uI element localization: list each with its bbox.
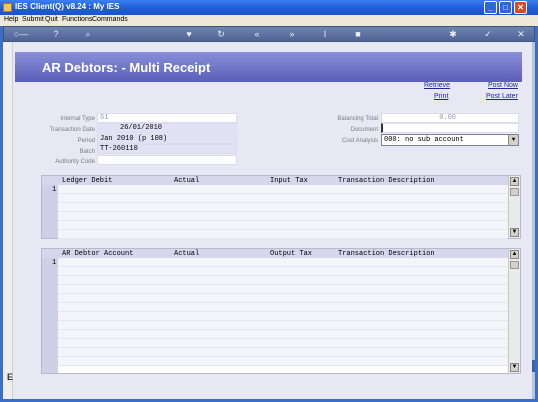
table-row[interactable] bbox=[58, 230, 508, 239]
refresh-icon[interactable]: ↻ bbox=[216, 29, 226, 39]
row-number: 1 bbox=[52, 186, 57, 194]
menu-commands[interactable]: Commands bbox=[92, 16, 128, 23]
grid-scrollbar[interactable]: ▲ ▼ bbox=[508, 249, 520, 373]
minimize-button[interactable]: _ bbox=[484, 1, 497, 14]
table-row[interactable] bbox=[58, 258, 508, 267]
retrieve-link[interactable]: Retrieve bbox=[424, 82, 450, 89]
balancing-total-label: Balancing Total bbox=[337, 116, 378, 122]
heart-icon[interactable]: ♥ bbox=[184, 29, 194, 39]
left-strip-label: E bbox=[7, 372, 14, 382]
batch-label: Batch bbox=[79, 149, 95, 155]
scroll-thumb[interactable] bbox=[510, 188, 519, 196]
menu-quit[interactable]: Quit bbox=[45, 16, 58, 23]
col-output-tax: Output Tax bbox=[270, 250, 313, 258]
batch-field[interactable]: TT-260110 bbox=[97, 144, 237, 154]
fast-forward-icon[interactable]: » bbox=[286, 29, 298, 39]
document-label: Document bbox=[350, 127, 378, 133]
close-window-button[interactable]: ✕ bbox=[514, 1, 527, 14]
scroll-up-icon[interactable]: ▲ bbox=[510, 250, 519, 259]
chevron-down-icon[interactable]: ▼ bbox=[508, 135, 518, 145]
authority-code-label: Authority Code bbox=[55, 159, 95, 165]
left-strip: E bbox=[3, 42, 13, 399]
grid-scrollbar[interactable]: ▲ ▼ bbox=[508, 176, 520, 238]
cost-analysis-select[interactable]: 000: no sub account ▼ bbox=[381, 134, 519, 146]
table-row[interactable] bbox=[58, 194, 508, 203]
col-actual: Actual bbox=[174, 250, 200, 258]
authority-code-field[interactable] bbox=[97, 155, 237, 165]
text-cursor-icon[interactable]: I bbox=[320, 29, 330, 39]
rewind-icon[interactable]: « bbox=[251, 29, 263, 39]
post-now-link[interactable]: Post Now bbox=[488, 82, 518, 89]
menu-submit[interactable]: Submit bbox=[22, 16, 44, 23]
table-row[interactable] bbox=[58, 203, 508, 212]
toolbar: ○— ? ⌕ ♥ ↻ « » I ■ ✱ ✓ ✕ bbox=[3, 26, 535, 42]
check-icon[interactable]: ✓ bbox=[483, 29, 493, 39]
settings-icon[interactable]: ✱ bbox=[448, 29, 458, 39]
menu-help[interactable]: Help bbox=[4, 16, 18, 23]
internal-type-label: Internal Type bbox=[60, 116, 95, 122]
col-transaction-description: Transaction Description bbox=[338, 250, 435, 258]
table-row[interactable] bbox=[58, 321, 508, 330]
client-scroll-thumb[interactable] bbox=[532, 360, 535, 372]
col-actual: Actual bbox=[174, 177, 200, 185]
col-ar-debtor-account: AR Debtor Account bbox=[62, 250, 134, 258]
table-row[interactable] bbox=[58, 339, 508, 348]
post-later-link[interactable]: Post Later bbox=[486, 93, 518, 100]
grid-header: AR Debtor Account Actual Output Tax Tran… bbox=[42, 249, 508, 258]
maximize-button[interactable]: □ bbox=[499, 1, 512, 14]
header-band: AR Debtors: - Multi Receipt bbox=[15, 52, 522, 82]
print-link[interactable]: Print bbox=[434, 93, 448, 100]
grid-header: Ledger Debit Actual Input Tax Transactio… bbox=[42, 176, 508, 185]
window-title: IES Client(Q) v8.24 : My IES bbox=[15, 2, 120, 11]
table-row[interactable] bbox=[58, 312, 508, 321]
app-icon bbox=[3, 3, 12, 12]
document-field[interactable] bbox=[381, 123, 519, 133]
table-row[interactable] bbox=[58, 330, 508, 339]
table-row[interactable] bbox=[58, 212, 508, 221]
cost-analysis-label: Cost Analysis bbox=[341, 138, 378, 144]
client-area: E AR Debtors: - Multi Receipt Retrieve P… bbox=[3, 42, 535, 399]
table-row[interactable] bbox=[58, 348, 508, 357]
help-icon[interactable]: ? bbox=[51, 29, 61, 39]
table-row[interactable] bbox=[58, 294, 508, 303]
key-icon[interactable]: ○— bbox=[10, 29, 32, 39]
search-icon[interactable]: ⌕ bbox=[83, 29, 93, 39]
ledger-debit-grid: Ledger Debit Actual Input Tax Transactio… bbox=[41, 175, 521, 239]
internal-type-field[interactable]: 61 bbox=[97, 113, 237, 123]
title-bar: IES Client(Q) v8.24 : My IES _ □ ✕ bbox=[0, 0, 538, 15]
transaction-date-field[interactable]: 26/01/2010 bbox=[97, 123, 237, 133]
balancing-total-field[interactable]: 0.00 bbox=[381, 113, 519, 123]
col-ledger-debit: Ledger Debit bbox=[62, 177, 113, 185]
period-field[interactable]: Jan 2010 (p 108) bbox=[97, 134, 237, 144]
close-icon[interactable]: ✕ bbox=[516, 29, 526, 39]
ar-debtor-grid: AR Debtor Account Actual Output Tax Tran… bbox=[41, 248, 521, 374]
col-input-tax: Input Tax bbox=[270, 177, 308, 185]
cost-analysis-value: 000: no sub account bbox=[384, 136, 464, 144]
scroll-down-icon[interactable]: ▼ bbox=[510, 363, 519, 372]
menu-bar: Help Submit Quit Functions Commands bbox=[0, 15, 538, 26]
row-number: 1 bbox=[52, 259, 57, 267]
client-scrollbar[interactable] bbox=[532, 42, 535, 399]
table-row[interactable] bbox=[58, 357, 508, 366]
grid-gutter bbox=[42, 249, 58, 373]
table-row[interactable] bbox=[58, 285, 508, 294]
period-label: Period bbox=[77, 138, 95, 144]
col-transaction-description: Transaction Description bbox=[338, 177, 435, 185]
menu-functions[interactable]: Functions bbox=[62, 16, 92, 23]
table-row[interactable] bbox=[58, 276, 508, 285]
scroll-up-icon[interactable]: ▲ bbox=[510, 177, 519, 186]
scroll-thumb[interactable] bbox=[510, 261, 519, 269]
scroll-down-icon[interactable]: ▼ bbox=[510, 228, 519, 237]
stop-icon[interactable]: ■ bbox=[353, 29, 363, 39]
page-title: AR Debtors: - Multi Receipt bbox=[42, 60, 211, 75]
transaction-date-label: Transaction Date bbox=[49, 127, 95, 133]
table-row[interactable] bbox=[58, 267, 508, 276]
table-row[interactable] bbox=[58, 221, 508, 230]
table-row[interactable] bbox=[58, 303, 508, 312]
table-row[interactable] bbox=[58, 185, 508, 194]
